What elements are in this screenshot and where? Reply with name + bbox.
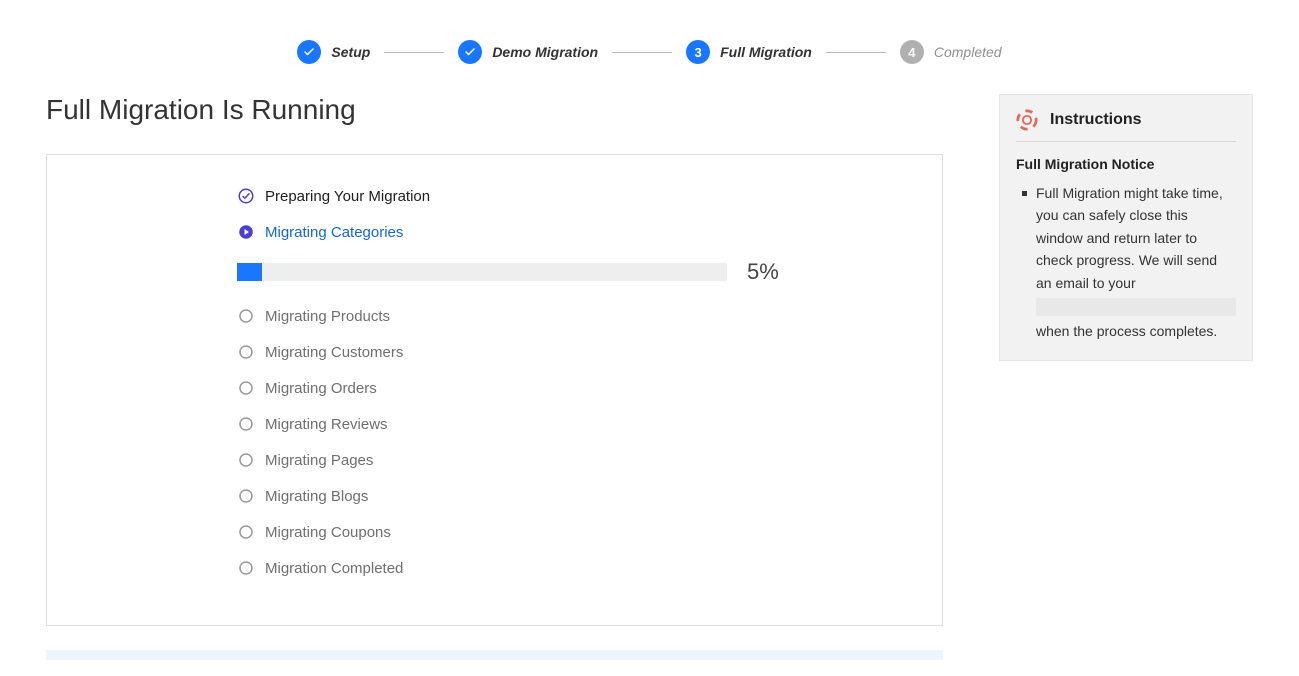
circle-icon [237, 451, 255, 469]
step-label: Full Migration [720, 44, 812, 60]
step-label: Demo Migration [492, 44, 598, 60]
circle-icon [237, 415, 255, 433]
circle-icon [237, 559, 255, 577]
instructions-notice: Full Migration might take time, you can … [1022, 182, 1236, 342]
task-label: Migrating Pages [265, 452, 373, 469]
step-completed: 4 Completed [900, 40, 1002, 64]
notice-text-1: Full Migration might take time, you can … [1036, 185, 1223, 291]
task-row: Migrating Customers [237, 343, 882, 361]
task-row: Migrating Coupons [237, 523, 882, 541]
step-demo-migration: Demo Migration [458, 40, 598, 64]
play-circle-icon [237, 223, 255, 241]
task-row: Migrating Pages [237, 451, 882, 469]
step-number-icon: 4 [900, 40, 924, 64]
info-banner [46, 650, 943, 660]
task-row: Migrating Blogs [237, 487, 882, 505]
task-label: Migrating Products [265, 308, 390, 325]
instructions-subtitle: Full Migration Notice [1016, 156, 1236, 172]
task-label: Migration Completed [265, 560, 403, 577]
circle-icon [237, 307, 255, 325]
instructions-title: Instructions [1050, 111, 1142, 129]
step-number-icon: 3 [686, 40, 710, 64]
check-circle-icon [237, 187, 255, 205]
circle-icon [237, 523, 255, 541]
progress-fill [237, 263, 262, 281]
instructions-panel: Instructions Full Migration Notice Full … [999, 94, 1253, 361]
step-connector [612, 52, 672, 53]
task-label: Migrating Reviews [265, 416, 388, 433]
step-label: Completed [934, 44, 1002, 60]
task-row: Migrating Orders [237, 379, 882, 397]
task-label: Migrating Orders [265, 380, 377, 397]
circle-icon [237, 379, 255, 397]
progress-wrap: 5% [237, 259, 882, 285]
check-icon [297, 40, 321, 64]
circle-icon [237, 487, 255, 505]
check-icon [458, 40, 482, 64]
task-label: Migrating Coupons [265, 524, 391, 541]
lifebuoy-icon [1016, 109, 1038, 131]
step-full-migration: 3 Full Migration [686, 40, 812, 64]
task-row: Preparing Your Migration [237, 187, 882, 205]
page-title: Full Migration Is Running [46, 94, 943, 126]
circle-icon [237, 343, 255, 361]
step-connector [826, 52, 886, 53]
step-connector [384, 52, 444, 53]
task-row: Migrating Reviews [237, 415, 882, 433]
task-label: Preparing Your Migration [265, 188, 430, 205]
task-row: Migration Completed [237, 559, 882, 577]
task-label: Migrating Customers [265, 344, 403, 361]
progress-percent: 5% [747, 259, 779, 285]
step-label: Setup [331, 44, 370, 60]
migration-progress-panel: Preparing Your Migration Migrating Catego… [46, 154, 943, 626]
task-label: Migrating Categories [265, 224, 403, 241]
task-row: Migrating Products [237, 307, 882, 325]
progress-stepper: Setup Demo Migration 3 Full Migration 4 Compl… [46, 40, 1253, 94]
email-placeholder [1036, 298, 1236, 316]
task-label: Migrating Blogs [265, 488, 368, 505]
progress-bar [237, 263, 727, 281]
task-row: Migrating Categories [237, 223, 882, 241]
step-setup: Setup [297, 40, 370, 64]
notice-text-2: when the process completes. [1036, 323, 1217, 339]
